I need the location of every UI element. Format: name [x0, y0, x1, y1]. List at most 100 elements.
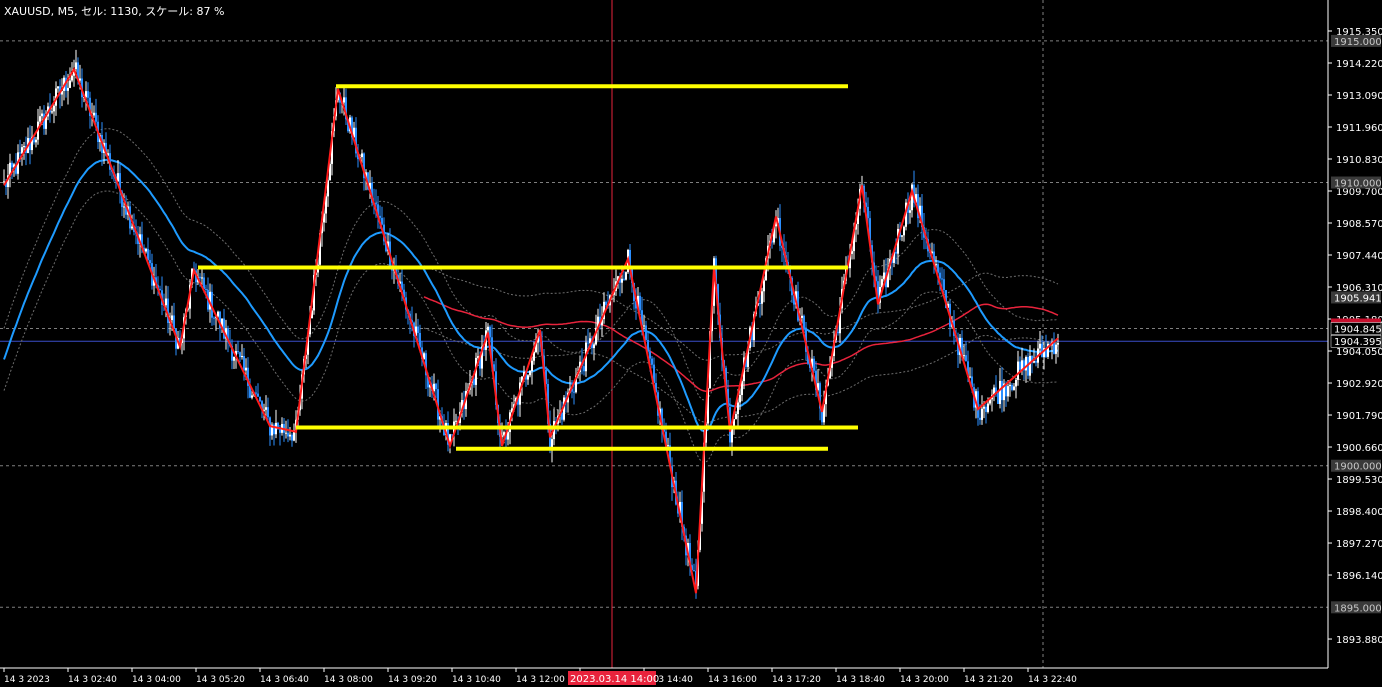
price-tag: 1905.941 [1334, 293, 1382, 304]
candle-body [343, 97, 345, 103]
price-tick-label: 1904.050 [1336, 347, 1382, 358]
candle-body [239, 352, 241, 358]
candle-body [213, 317, 215, 319]
candle-body [983, 406, 985, 409]
candle-body [963, 355, 965, 357]
candle-body [165, 298, 167, 306]
candle-body [79, 78, 81, 81]
candle-body [289, 434, 291, 437]
candle-body [639, 295, 641, 311]
candle-body [285, 432, 287, 434]
price-chart[interactable]: 1915.3501914.2201913.0901911.9601910.830… [0, 0, 1382, 687]
candle-body [199, 276, 201, 279]
candle-body [583, 366, 585, 372]
candle-body [123, 206, 125, 208]
candle-body [53, 105, 55, 112]
candle-body [621, 278, 623, 283]
candle-body [257, 393, 259, 397]
candle-body [265, 407, 267, 410]
candle-body [867, 206, 869, 219]
price-tag: 1904.395 [1334, 337, 1382, 348]
time-tick-label: 14 3 22:40 [1028, 675, 1077, 685]
candle-body [735, 414, 737, 420]
price-tick-label: 1911.960 [1336, 123, 1382, 134]
price-tick-label: 1907.440 [1336, 251, 1382, 262]
candle-body [939, 272, 941, 279]
candle-body [487, 326, 489, 331]
candle-body [291, 434, 293, 441]
candle-body [645, 325, 647, 340]
candle-body [1053, 342, 1055, 354]
chart-title: XAUUSD, M5, セル: 1130, スケール: 87 % [4, 5, 225, 18]
candle-body [987, 403, 989, 412]
candle-body [1015, 379, 1017, 387]
candle-body [455, 420, 457, 422]
time-tick-label: 14 3 16:00 [708, 675, 757, 685]
candle-body [173, 315, 175, 329]
candle-body [813, 358, 815, 371]
candle-body [943, 279, 945, 291]
candle-body [739, 394, 741, 403]
candle-body [255, 392, 257, 394]
candle-body [837, 331, 839, 334]
candle-body [909, 210, 911, 213]
candle-body [649, 351, 651, 359]
candle-body [39, 116, 41, 122]
candle-body [985, 406, 987, 412]
candle-body [1001, 380, 1003, 401]
time-tick-label: 14 3 21:20 [964, 675, 1013, 685]
candle-body [245, 367, 247, 371]
candle-body [243, 356, 245, 371]
candle-body [93, 112, 95, 116]
time-tick-label: 14 3 02:40 [68, 675, 117, 685]
time-tick-label: 14 3 08:00 [324, 675, 373, 685]
candle-body [941, 278, 943, 280]
price-tick-label: 1908.570 [1336, 219, 1382, 230]
price-tick-label: 1900.660 [1336, 443, 1382, 454]
candle-body [1057, 343, 1059, 345]
candle-body [1017, 361, 1019, 380]
candle-body [763, 280, 765, 292]
candle-body [205, 288, 207, 290]
candle-body [667, 445, 669, 447]
candle-body [643, 325, 645, 327]
chart-background [0, 0, 1382, 687]
candle-body [69, 80, 71, 88]
candle-body [587, 342, 589, 344]
candle-body [997, 392, 999, 404]
candle-body [51, 111, 53, 113]
candle-body [251, 395, 253, 398]
candle-body [651, 358, 653, 365]
price-tick-label: 1901.790 [1336, 411, 1382, 422]
candle-body [275, 422, 277, 435]
candle-body [625, 272, 627, 280]
candle-body [573, 391, 575, 393]
candle-body [901, 235, 903, 237]
candle-body [1055, 344, 1057, 354]
candle-body [279, 429, 281, 433]
candle-body [979, 417, 981, 420]
candle-body [1009, 384, 1011, 387]
time-tick-label: 14 3 05:20 [196, 675, 245, 685]
price-tick-label: 1913.090 [1336, 91, 1382, 102]
candle-body [171, 315, 173, 321]
price-tick-label: 1898.400 [1336, 507, 1382, 518]
time-tick-label: 14 3 09:20 [388, 675, 437, 685]
time-tick-label: 14 3 12:00 [516, 675, 565, 685]
time-tick-label: 14 3 17:20 [772, 675, 821, 685]
candle-body [3, 181, 5, 183]
candle-body [41, 113, 43, 117]
candle-body [1039, 343, 1041, 349]
time-tick-label: 14 3 2023 [4, 675, 50, 685]
time-tick-label: 14 3 20:00 [900, 675, 949, 685]
price-tick-label: 1899.530 [1336, 475, 1382, 486]
candle-body [761, 291, 763, 304]
candle-body [375, 203, 377, 205]
candle-body [965, 355, 967, 362]
candle-body [23, 146, 25, 148]
round-level-tag: 1900.000 [1334, 462, 1382, 473]
price-tick-label: 1910.830 [1336, 155, 1382, 166]
candle-body [999, 380, 1001, 404]
candle-body [19, 152, 21, 154]
candle-body [1007, 386, 1009, 397]
